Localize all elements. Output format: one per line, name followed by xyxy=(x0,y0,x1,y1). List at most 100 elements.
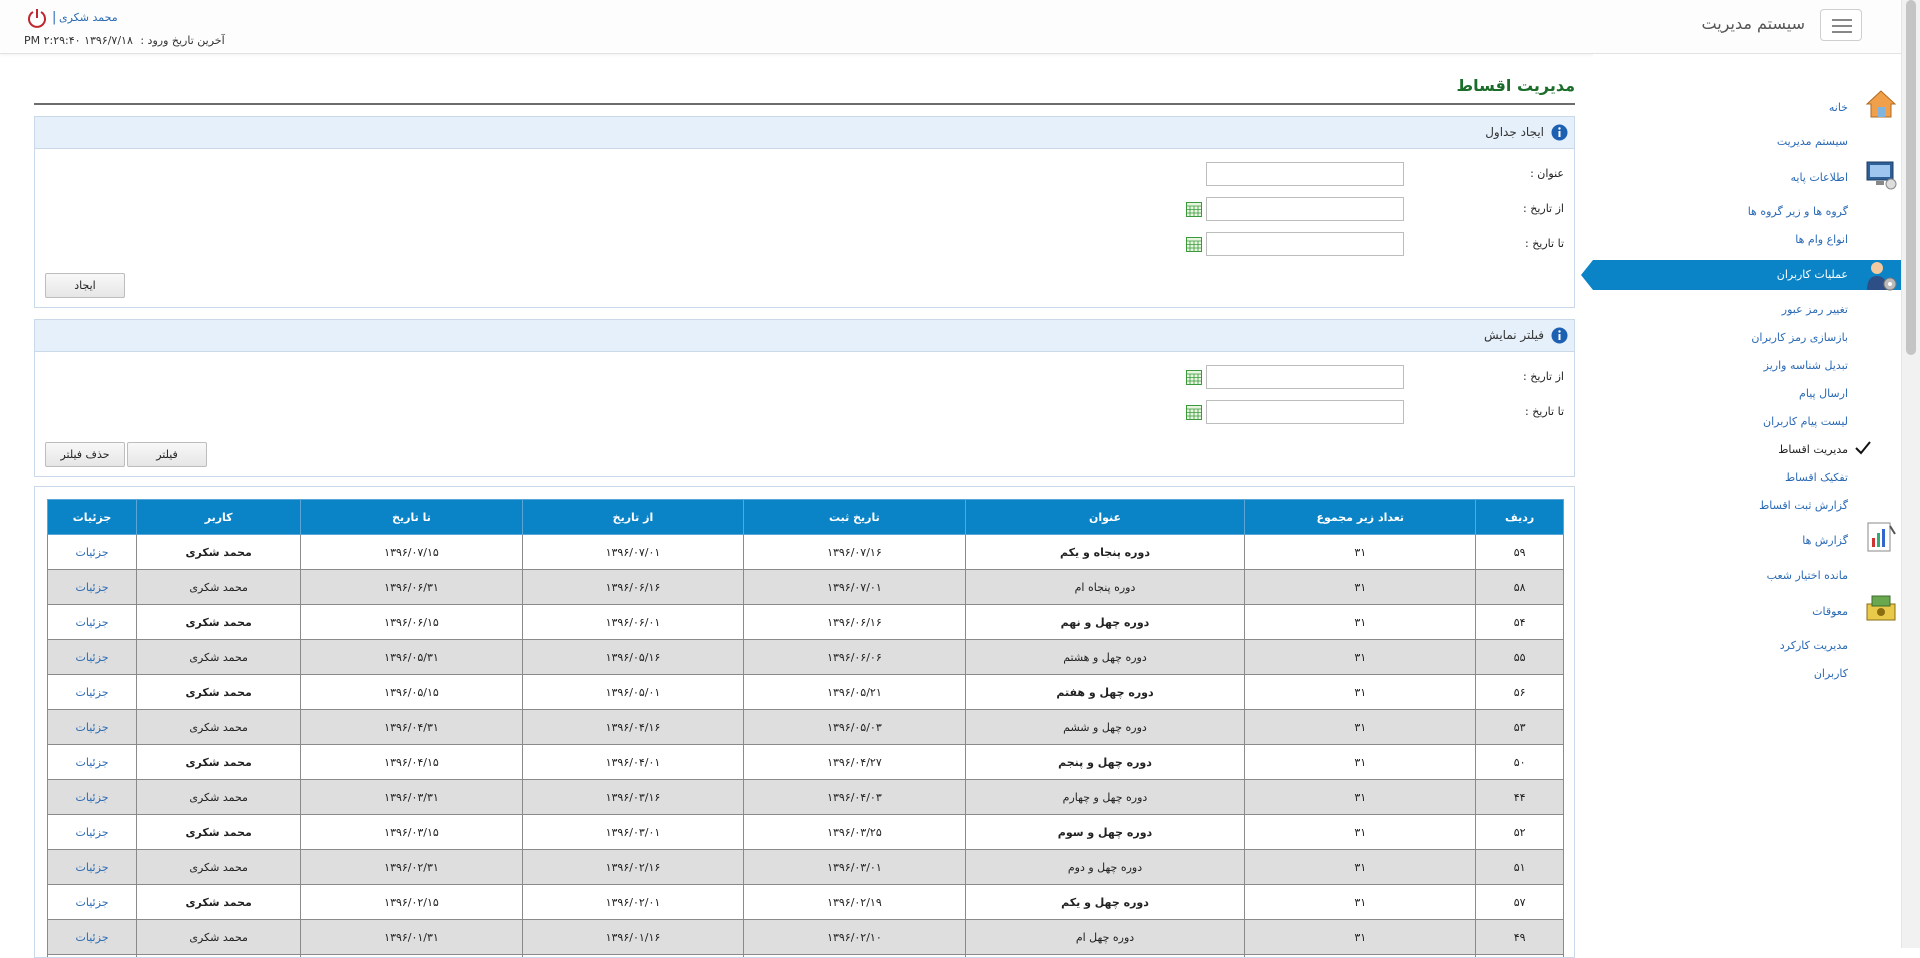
from-date-input[interactable] xyxy=(1206,197,1404,221)
sidebar-item-change-password[interactable]: تغییر رمز عبور xyxy=(1593,296,1902,324)
table-row: ۵۴۳۱دوره چهل و نهم۱۳۹۶/۰۶/۱۶۱۳۹۶/۰۶/۰۱۱۳… xyxy=(48,605,1564,640)
menu-toggle-button[interactable] xyxy=(1820,9,1862,41)
details-link[interactable]: جزئیات xyxy=(48,535,137,570)
to-date-input[interactable] xyxy=(1206,232,1404,256)
main-content: مدیریت اقساط ایجاد جداول عنوان : از تاری… xyxy=(34,54,1575,948)
column-header[interactable]: تعداد زیر مجموع xyxy=(1245,500,1476,535)
calendar-icon[interactable] xyxy=(1186,202,1202,217)
table-cell: محمد شکری xyxy=(137,675,301,710)
checkmark-icon xyxy=(1854,439,1872,457)
sidebar-item-arrears[interactable]: معوقات xyxy=(1593,597,1902,625)
column-header[interactable]: تا تاریخ xyxy=(301,500,522,535)
filter-to-date-input[interactable] xyxy=(1206,400,1404,424)
sidebar-item-user-messages[interactable]: لیست پیام کاربران xyxy=(1593,408,1902,436)
table-cell: محمد شکری xyxy=(137,710,301,745)
table-cell: محمد شکری xyxy=(137,815,301,850)
table-cell: ۱۳۹۶/۰۳/۳۱ xyxy=(301,780,522,815)
table-cell: ۱۳۹۶/۰۳/۰۱ xyxy=(744,850,965,885)
sidebar-item-label: سیستم مدیریت xyxy=(1777,135,1848,148)
filter-from-date-input[interactable] xyxy=(1206,365,1404,389)
title-row: عنوان : xyxy=(35,162,1574,188)
filter-button[interactable]: فیلتر xyxy=(127,442,207,467)
column-header[interactable]: کاربر xyxy=(137,500,301,535)
column-header[interactable]: عنوان xyxy=(965,500,1245,535)
details-link[interactable]: جزئیات xyxy=(48,570,137,605)
details-link[interactable]: جزئیات xyxy=(48,850,137,885)
user-settings-icon xyxy=(1864,258,1898,292)
table-cell: ۴۶ xyxy=(1476,955,1564,958)
filter-from-date-row: از تاریخ : xyxy=(35,365,1574,391)
table-cell: ۱۳۹۶/۰۳/۱۶ xyxy=(522,780,743,815)
details-link[interactable]: جزئیات xyxy=(48,920,137,955)
table-cell: ۱۳۹۶/۰۴/۰۱ xyxy=(522,745,743,780)
calendar-icon[interactable] xyxy=(1186,370,1202,385)
last-login-value: ۱۳۹۶/۷/۱۸ ۲:۲۹:۴۰ PM xyxy=(24,34,133,47)
clear-filter-button[interactable]: حذف فیلتر xyxy=(45,442,125,467)
table-cell: ۱۳۹۶/۰۶/۳۱ xyxy=(301,570,522,605)
sidebar-item-groups[interactable]: گروه ها و زیر گروه ها xyxy=(1593,198,1902,226)
title-label: عنوان : xyxy=(1530,167,1564,180)
table-cell: ۳۱ xyxy=(1245,815,1476,850)
user-name-link[interactable]: محمد شکری xyxy=(59,11,118,24)
details-link[interactable]: جزئیات xyxy=(48,710,137,745)
hamburger-line xyxy=(1832,19,1852,21)
sidebar-item-user-operations[interactable]: عملیات کاربران xyxy=(1593,260,1902,290)
details-link[interactable]: جزئیات xyxy=(48,745,137,780)
calendar-icon[interactable] xyxy=(1186,237,1202,252)
details-link[interactable]: جزئیات xyxy=(48,605,137,640)
table-cell: ۳۱ xyxy=(1245,570,1476,605)
sidebar-item-home[interactable]: خانه xyxy=(1593,93,1902,121)
table-cell: ۵۸ xyxy=(1476,570,1564,605)
sidebar-item-base-info[interactable]: اطلاعات پایه xyxy=(1593,163,1902,191)
sidebar-item-split-installments[interactable]: تفکیک اقساط xyxy=(1593,464,1902,492)
create-tables-panel: ایجاد جداول عنوان : از تاریخ : تا تاریخ … xyxy=(34,116,1575,308)
column-header[interactable]: از تاریخ xyxy=(522,500,743,535)
details-link[interactable]: جزئیات xyxy=(48,815,137,850)
from-date-label: از تاریخ : xyxy=(1523,202,1564,215)
table-cell: محمد شکری xyxy=(137,570,301,605)
table-cell: دوره چهل و یکم xyxy=(965,885,1245,920)
sidebar-item-label: مدیریت کارکرد xyxy=(1780,639,1848,652)
sidebar-item-management[interactable]: سیستم مدیریت xyxy=(1593,128,1902,156)
sidebar: خانه سیستم مدیریت اطلاعات پایه گروه ها و… xyxy=(1593,54,1902,948)
calendar-icon[interactable] xyxy=(1186,405,1202,420)
table-cell: دوره چهل و هشتم xyxy=(965,640,1245,675)
create-button[interactable]: ایجاد xyxy=(45,273,125,298)
sidebar-item-loan-types[interactable]: انواع وام ها xyxy=(1593,226,1902,254)
sidebar-item-label: بازسازی رمز کاربران xyxy=(1751,331,1848,344)
sidebar-item-work-management[interactable]: مدیریت کارکرد xyxy=(1593,632,1902,660)
table-cell: محمد شکری xyxy=(137,640,301,675)
table-cell: ۱۳۹۶/۰۵/۲۱ xyxy=(744,675,965,710)
column-header[interactable]: تاریخ ثبت xyxy=(744,500,965,535)
sidebar-item-installment-report[interactable]: گزارش ثبت اقساط xyxy=(1593,492,1902,520)
sidebar-item-send-message[interactable]: ارسال پیام xyxy=(1593,380,1902,408)
details-link[interactable]: جزئیات xyxy=(48,955,137,958)
installments-table: ردیف تعداد زیر مجموع عنوان تاریخ ثبت از … xyxy=(47,499,1564,958)
table-cell: ۱۳۹۶/۰۶/۱۶ xyxy=(744,605,965,640)
table-cell: ۵۶ xyxy=(1476,675,1564,710)
table-cell: ۱۳۹۶/۰۱/۳۱ xyxy=(301,920,522,955)
sidebar-item-installments[interactable]: مدیریت اقساط xyxy=(1593,436,1902,464)
sidebar-item-convert-deposit-id[interactable]: تبدیل شناسه واریز xyxy=(1593,352,1902,380)
table-row: ۵۷۳۱دوره چهل و یکم۱۳۹۶/۰۲/۱۹۱۳۹۶/۰۲/۰۱۱۳… xyxy=(48,885,1564,920)
scrollbar-thumb[interactable] xyxy=(1906,0,1916,355)
table-cell: ۱۳۹۶/۰۶/۱۵ xyxy=(301,605,522,640)
table-cell: ۱۳۹۶/۰۵/۱۵ xyxy=(301,675,522,710)
sidebar-item-branch-balance[interactable]: مانده اختیار شعب xyxy=(1593,562,1902,590)
details-link[interactable]: جزئیات xyxy=(48,675,137,710)
column-header[interactable]: ردیف xyxy=(1476,500,1564,535)
vertical-scrollbar[interactable] xyxy=(1901,0,1920,948)
details-link[interactable]: جزئیات xyxy=(48,885,137,920)
panel-title: فیلتر نمایش xyxy=(1484,328,1544,342)
app-brand[interactable]: سیستم مدیریت xyxy=(1702,14,1805,33)
column-header[interactable]: جزئیات xyxy=(48,500,137,535)
details-link[interactable]: جزئیات xyxy=(48,640,137,675)
title-input[interactable] xyxy=(1206,162,1404,186)
details-link[interactable]: جزئیات xyxy=(48,780,137,815)
table-cell: ۵۹ xyxy=(1476,535,1564,570)
table-cell: دوره چهل و سوم xyxy=(965,815,1245,850)
sidebar-item-reset-passwords[interactable]: بازسازی رمز کاربران xyxy=(1593,324,1902,352)
sidebar-item-users[interactable]: کاربران xyxy=(1593,660,1902,688)
power-icon[interactable] xyxy=(26,7,48,29)
sidebar-item-reports[interactable]: گزارش ها xyxy=(1593,526,1902,554)
